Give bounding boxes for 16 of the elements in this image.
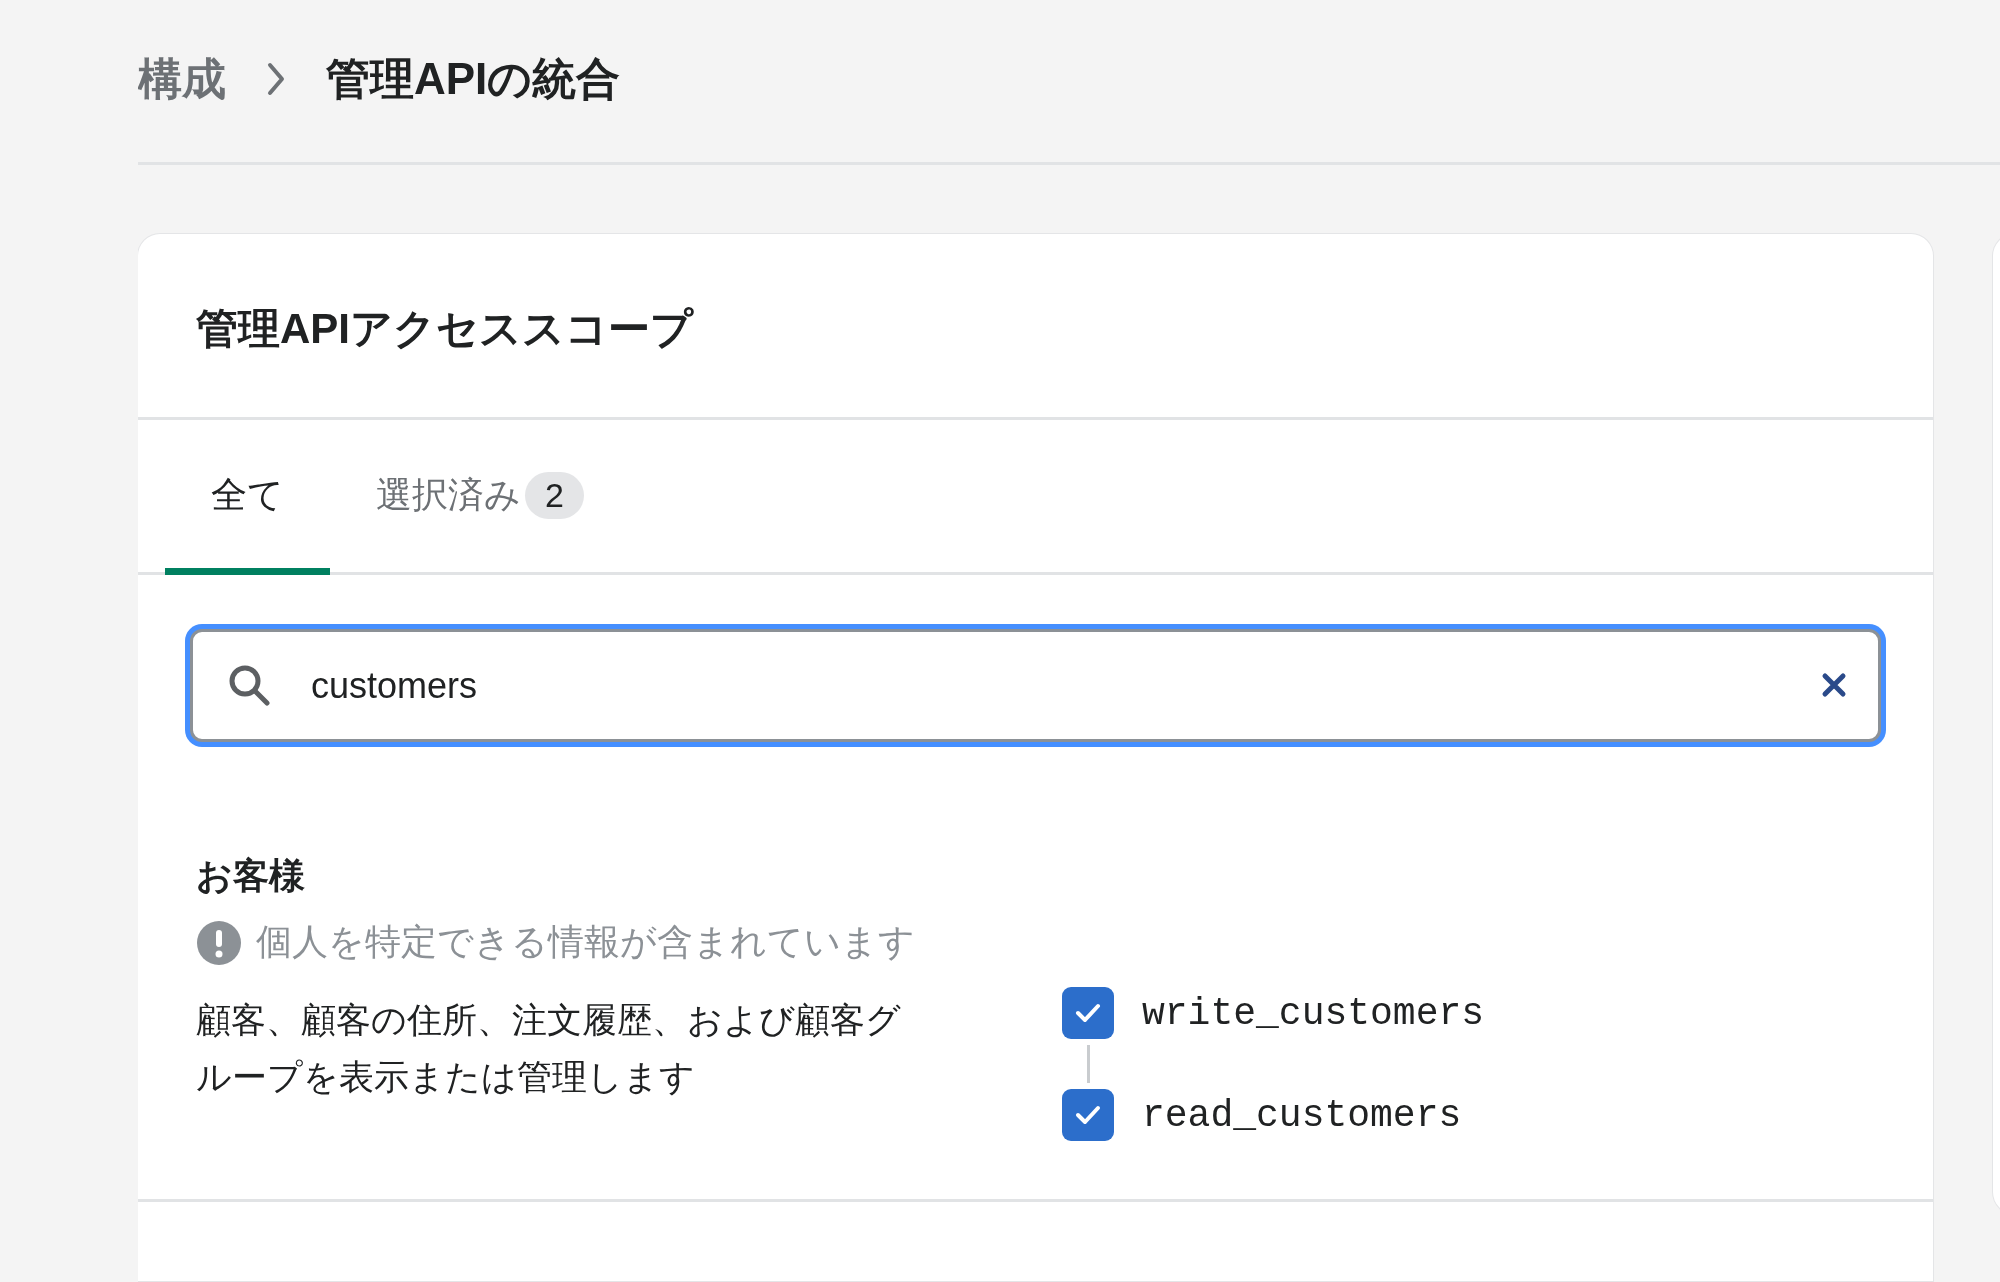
scope-name: read_customers [1142,1093,1462,1137]
search-icon [228,664,270,706]
checkbox[interactable] [1062,1089,1114,1141]
card-title: 管理APIアクセススコープ [138,234,1933,420]
scope-description: 顧客、顧客の住所、注文履歴、および顧客グループを表示または管理します [196,999,902,1098]
warning-text: 個人を特定できる情報が含まれています [256,920,915,964]
scope-name: write_customers [1142,991,1485,1035]
count-badge: 2 [525,472,584,519]
clear-button[interactable] [1821,672,1847,698]
tab[interactable]: 選択済み 2 [330,423,630,575]
tab[interactable]: 全て [165,423,330,575]
checkbox[interactable] [1062,987,1114,1039]
close-icon [1821,672,1847,698]
page-title: 管理APIの統合 [326,52,621,105]
alert-icon [196,919,242,966]
group-title: お客様 [196,854,306,898]
